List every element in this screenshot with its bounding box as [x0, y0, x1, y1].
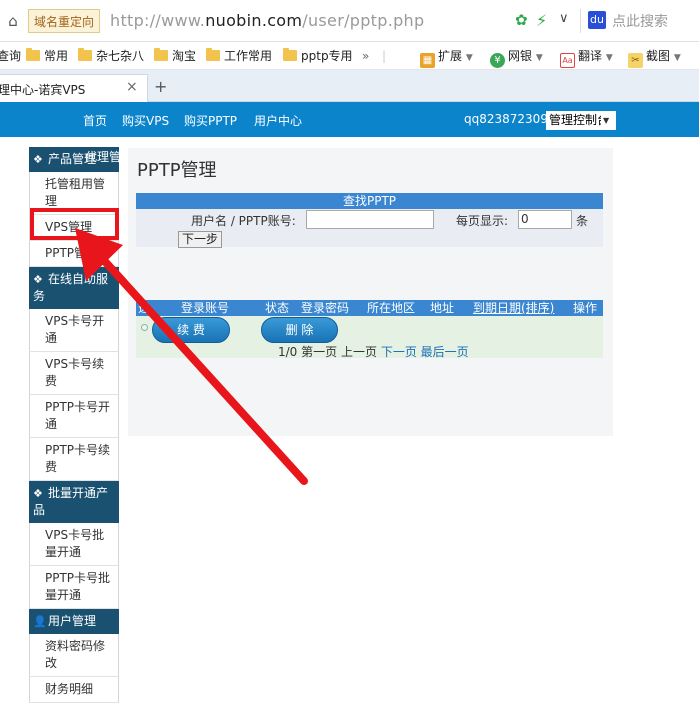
annotation-arrow	[75, 228, 308, 485]
arrow-shaft	[96, 252, 308, 485]
